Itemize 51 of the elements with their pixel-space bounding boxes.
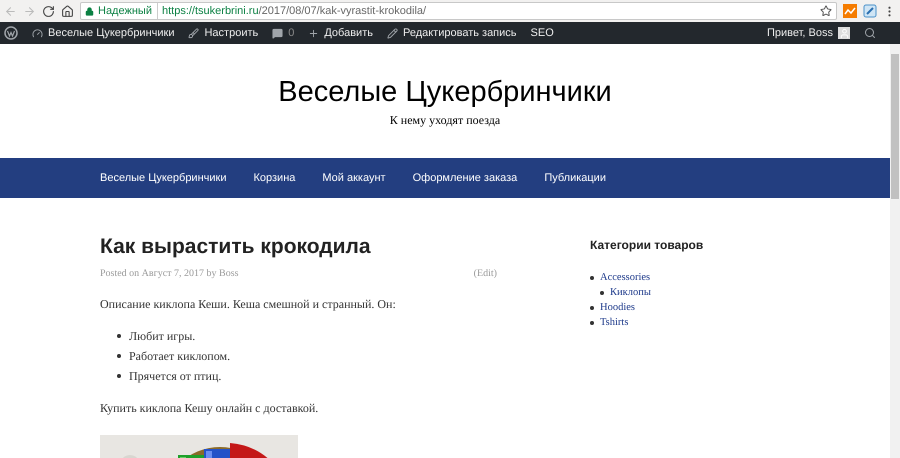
list-item: Работает киклопом. (129, 348, 230, 365)
post-title: Как вырастить крокодила (100, 236, 372, 257)
category-link[interactable]: Accessories (600, 270, 650, 285)
post-paragraph: Описание киклопа Кеши. Кеша смешной и странный. Он: (100, 296, 397, 313)
admin-bar-item[interactable]: 0 (272, 24, 294, 42)
plus-icon (308, 28, 320, 38)
nav-link[interactable]: Мой аккаунт (322, 170, 386, 186)
admin-bar-item[interactable]: Настроить (188, 24, 258, 42)
home-icon[interactable] (61, 4, 74, 18)
chart-icon[interactable] (843, 4, 857, 18)
comment-icon (272, 28, 284, 38)
site-tagline: К нему уходят поезда (390, 112, 500, 128)
search-icon[interactable] (864, 27, 876, 39)
nav-link[interactable]: Публикации (544, 170, 606, 186)
avatar-icon (838, 27, 850, 39)
site-title[interactable]: Веселые Цукербринчики (278, 78, 612, 106)
brush-icon (188, 28, 200, 38)
admin-bar-item[interactable]: Веселые Цукербринчики (32, 24, 174, 42)
bullet-icon (117, 354, 121, 358)
list-item: Прячется от птиц. (129, 368, 222, 385)
category-link[interactable]: Tshirts (600, 315, 628, 330)
nav-link[interactable]: Оформление заказа (412, 170, 518, 186)
security-label: Надежный (98, 2, 158, 20)
bullet-icon (600, 290, 604, 294)
bookmark-star-icon[interactable] (820, 5, 832, 17)
bullet-icon (117, 334, 121, 338)
bullet-icon (590, 306, 594, 310)
admin-bar-item[interactable]: Редактировать запись (386, 24, 517, 42)
greeting-link[interactable]: Привет, Boss (766, 24, 850, 42)
post-paragraph: Купить киклопа Кешу онлайн с доставкой. (100, 400, 320, 417)
nav-link[interactable]: Корзина (253, 170, 296, 186)
list-item: Любит игры. (129, 328, 196, 345)
url-text: https://tsukerbrini.ru/2017/08/07/kak-vyrastit-krokodila/ (162, 4, 426, 19)
extension-icon[interactable] (863, 4, 877, 18)
wordpress-logo-icon[interactable] (4, 26, 18, 40)
scrollbar[interactable] (890, 44, 900, 458)
bullet-icon (590, 320, 594, 324)
category-link[interactable]: Hoodies (600, 300, 635, 315)
address-bar[interactable]: Надежный https://tsukerbrini.ru/2017/08/07/kak-vyrastit-krokodila/ (80, 2, 837, 20)
bullet-icon (117, 374, 121, 378)
admin-bar-item[interactable]: Добавить (308, 24, 373, 42)
lock-icon (85, 6, 94, 16)
category-link[interactable]: Киклопы (610, 285, 651, 300)
widget-title: Категории товаров (590, 237, 704, 254)
pencil-icon (386, 28, 398, 38)
post-meta: Posted on Август 7, 2017 by Boss (100, 267, 238, 281)
dashboard-icon (32, 28, 43, 38)
bullet-icon (590, 276, 594, 280)
reload-icon[interactable] (42, 4, 55, 18)
admin-bar-item[interactable]: SEO (530, 24, 554, 42)
nav-link[interactable]: Веселые Цукербринчики (100, 170, 226, 186)
